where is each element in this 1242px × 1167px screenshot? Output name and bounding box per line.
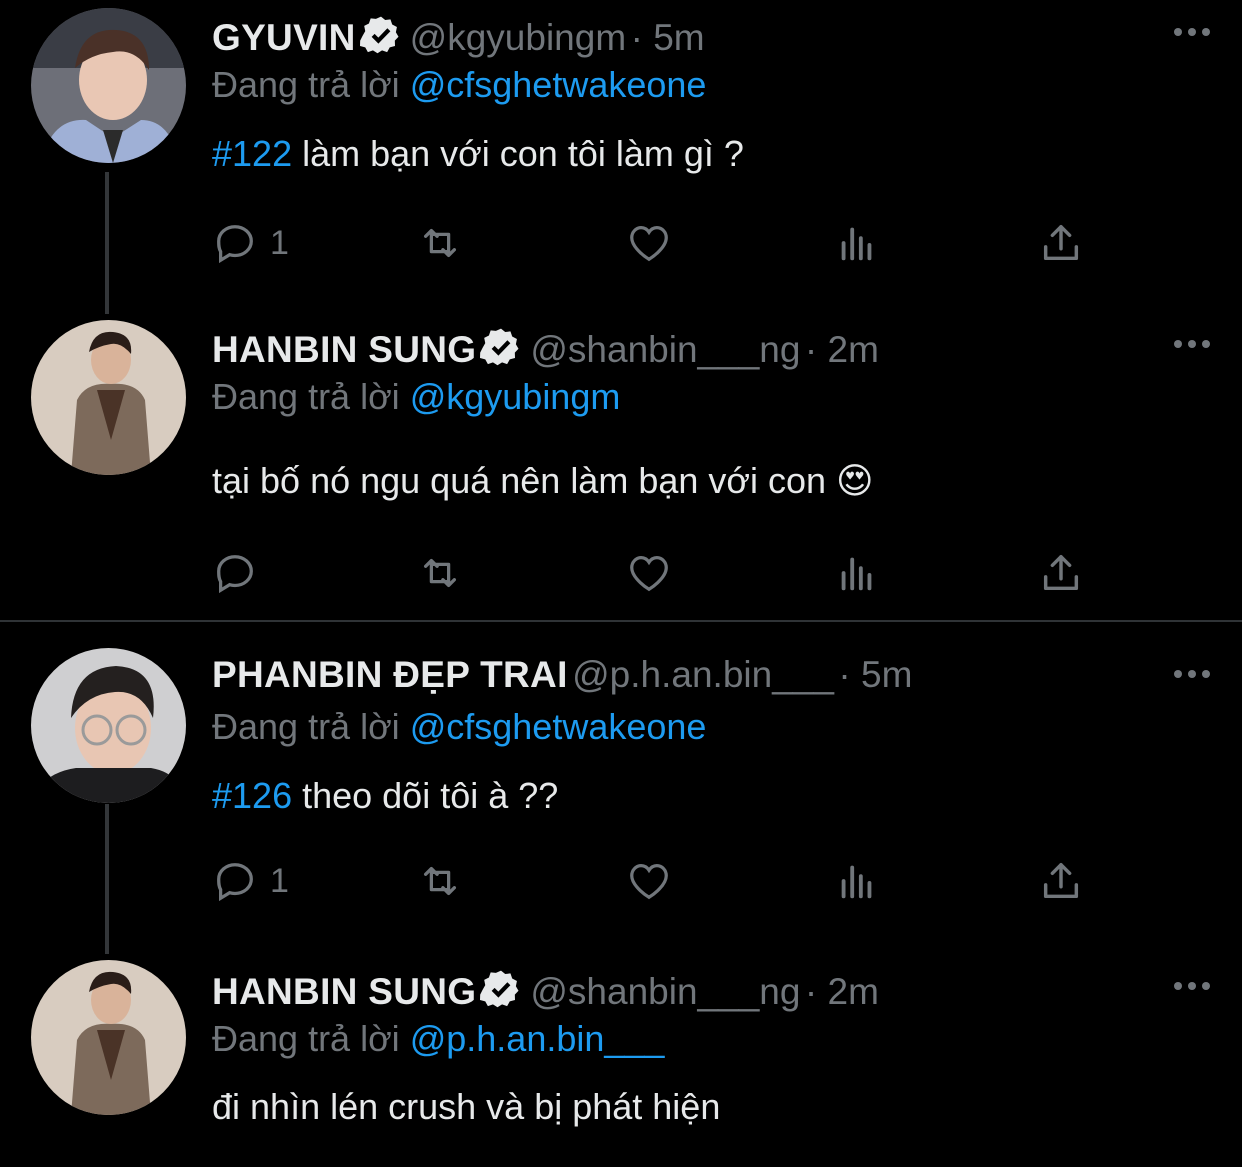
tweet-2[interactable]: HANBIN SUNG @shanbin___ng · 2m Đang trả l…	[0, 320, 1242, 620]
action-bar: 1	[212, 856, 1092, 906]
analytics-icon	[841, 557, 872, 591]
reply-button[interactable]: 1	[212, 856, 289, 906]
heart-icon	[630, 226, 668, 262]
tweet-3[interactable]: PHANBIN ĐẸP TRAI @p.h.an.bin___ · 5m Đan…	[0, 640, 1242, 960]
display-name[interactable]: GYUVIN	[212, 17, 356, 58]
reply-button[interactable]: 1	[212, 218, 289, 268]
timestamp[interactable]: · 5m	[838, 654, 912, 695]
timestamp[interactable]: · 2m	[805, 329, 879, 370]
mention-link[interactable]: @cfsghetwakeone	[410, 64, 707, 105]
reply-button[interactable]	[212, 548, 270, 598]
reply-count: 1	[270, 223, 289, 262]
avatar[interactable]	[31, 8, 186, 163]
hashtag-link[interactable]: #122	[212, 133, 292, 174]
tweet-body: làm bạn với con tôi làm gì ?	[292, 133, 744, 174]
thread-divider	[0, 620, 1242, 622]
retweet-icon	[423, 228, 457, 258]
share-button[interactable]	[1038, 856, 1084, 906]
tweet-4[interactable]: HANBIN SUNG @shanbin___ng · 2m Đang trả l…	[0, 960, 1242, 1167]
tweet-text: đi nhìn lén crush và bị phát hiện	[212, 1086, 720, 1128]
tweet-body: theo dõi tôi à ??	[292, 775, 559, 816]
like-button[interactable]	[626, 548, 672, 598]
verified-badge-icon	[480, 328, 519, 366]
tweet-text: #126 theo dõi tôi à ??	[212, 775, 558, 817]
action-bar: 1	[212, 218, 1092, 268]
more-icon[interactable]	[1172, 334, 1212, 354]
more-icon[interactable]	[1172, 664, 1212, 684]
display-name[interactable]: HANBIN SUNG	[212, 971, 476, 1012]
avatar-photo	[31, 960, 186, 1115]
mention-link[interactable]: @cfsghetwakeone	[410, 706, 707, 747]
tweet-header: PHANBIN ĐẸP TRAI @p.h.an.bin___ · 5m	[212, 654, 912, 696]
tweet-1[interactable]: GYUVIN @kgyubingm · 5m Đang trả lời @cfsg…	[0, 0, 1242, 320]
reply-icon	[217, 225, 253, 264]
tweet-header: HANBIN SUNG @shanbin___ng · 2m	[212, 968, 879, 1013]
avatar[interactable]	[31, 320, 186, 475]
replying-label: Đang trả lời	[212, 706, 400, 747]
share-icon	[1043, 554, 1079, 591]
retweet-button[interactable]	[417, 856, 463, 906]
handle[interactable]: @shanbin___ng	[530, 329, 800, 370]
reply-icon	[217, 863, 253, 902]
display-name[interactable]: HANBIN SUNG	[212, 329, 476, 370]
replying-label: Đang trả lời	[212, 64, 400, 105]
thread-line	[105, 804, 109, 954]
analytics-button[interactable]	[834, 218, 880, 268]
tweet-header: GYUVIN @kgyubingm · 5m	[212, 14, 705, 59]
hashtag-link[interactable]: #126	[212, 775, 292, 816]
replying-label: Đang trả lời	[212, 376, 400, 417]
handle[interactable]: @shanbin___ng	[530, 971, 800, 1012]
handle[interactable]: @kgyubingm	[410, 17, 627, 58]
share-icon	[1043, 862, 1079, 899]
timestamp[interactable]: · 5m	[631, 17, 705, 58]
analytics-button[interactable]	[834, 548, 880, 598]
avatar-photo	[31, 320, 186, 475]
tweet-text: #122 làm bạn với con tôi làm gì ?	[212, 133, 744, 175]
reply-icon	[217, 555, 253, 594]
replying-to-line: Đang trả lời @p.h.an.bin___	[212, 1018, 664, 1060]
like-button[interactable]	[626, 218, 672, 268]
replying-to-line: Đang trả lời @cfsghetwakeone	[212, 706, 706, 748]
replying-label: Đang trả lời	[212, 1018, 400, 1059]
retweet-icon	[423, 866, 457, 896]
tweet-header: HANBIN SUNG @shanbin___ng · 2m	[212, 326, 879, 371]
more-icon[interactable]	[1172, 976, 1212, 996]
share-button[interactable]	[1038, 218, 1084, 268]
heart-icon	[630, 556, 668, 592]
retweet-button[interactable]	[417, 218, 463, 268]
reply-count: 1	[270, 861, 289, 900]
tweet-body: tại bố nó ngu quá nên làm bạn với con 😍	[212, 460, 874, 501]
share-button[interactable]	[1038, 548, 1084, 598]
verified-badge-icon	[359, 16, 399, 54]
action-bar	[212, 548, 1092, 598]
avatar[interactable]	[31, 960, 186, 1115]
verified-badge-icon	[480, 970, 519, 1008]
heart-icon	[630, 864, 668, 900]
like-button[interactable]	[626, 856, 672, 906]
share-icon	[1043, 224, 1079, 261]
retweet-button[interactable]	[417, 548, 463, 598]
mention-link[interactable]: @p.h.an.bin___	[410, 1018, 665, 1059]
avatar[interactable]	[31, 648, 186, 803]
more-icon[interactable]	[1172, 22, 1212, 42]
replying-to-line: Đang trả lời @kgyubingm	[212, 376, 620, 418]
thread-line	[105, 172, 109, 314]
avatar-photo	[31, 8, 186, 163]
analytics-button[interactable]	[834, 856, 880, 906]
replying-to-line: Đang trả lời @cfsghetwakeone	[212, 64, 706, 106]
analytics-icon	[841, 227, 872, 261]
tweet-text: tại bố nó ngu quá nên làm bạn với con 😍	[212, 460, 874, 502]
mention-link[interactable]: @kgyubingm	[410, 376, 621, 417]
tweet-body: đi nhìn lén crush và bị phát hiện	[212, 1086, 721, 1127]
timestamp[interactable]: · 2m	[805, 971, 879, 1012]
avatar-photo	[31, 648, 186, 803]
display-name[interactable]: PHANBIN ĐẸP TRAI	[212, 654, 568, 695]
retweet-icon	[423, 558, 457, 588]
handle[interactable]: @p.h.an.bin___	[572, 654, 834, 695]
analytics-icon	[841, 865, 872, 899]
